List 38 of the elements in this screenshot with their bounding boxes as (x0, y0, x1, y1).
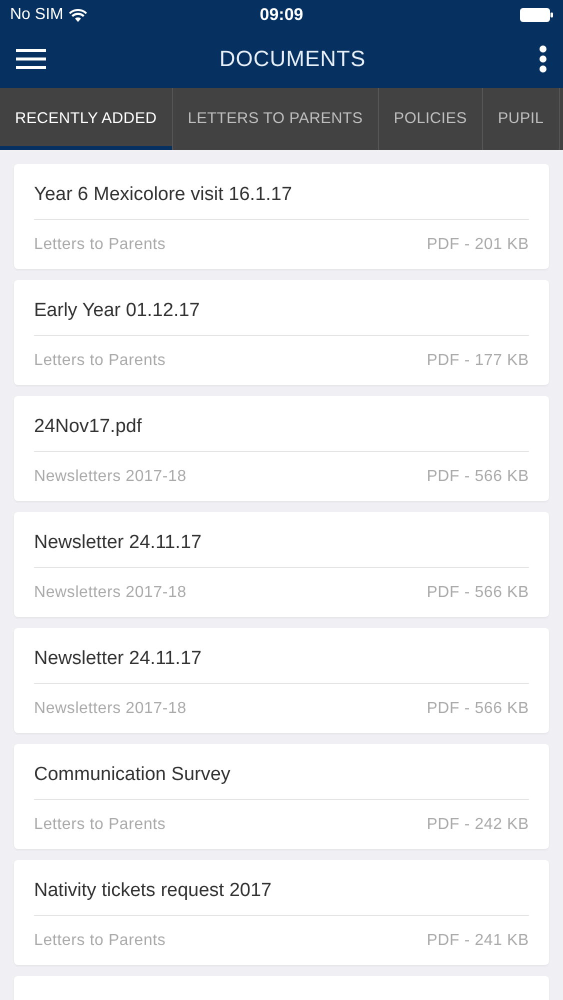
document-card[interactable]: Newsletter 24.11.17 Newsletters 2017-18 PDF - 566 KB (14, 628, 549, 733)
document-category: Letters to Parents (34, 236, 166, 254)
document-category: Letters to Parents (34, 352, 166, 370)
document-category: Letters to Parents (34, 932, 166, 950)
document-card[interactable]: Communication Survey Letters to Parents PDF - 242 KB (14, 744, 549, 849)
document-title: Early Year 01.12.17 (34, 280, 529, 336)
document-title: Newsletter 24.11.17 (34, 512, 529, 568)
file-info: PDF - 566 KB (426, 468, 529, 486)
file-info: PDF - 201 KB (426, 236, 529, 254)
document-card[interactable]: 24Nov17.pdf Newsletters 2017-18 PDF - 566 KB (14, 396, 549, 501)
file-info: PDF - 242 KB (426, 816, 529, 834)
document-card[interactable]: Early Year 01.12.17 Letters to Parents PDF - 177 KB (14, 280, 549, 385)
carrier-name: No SIM (10, 6, 64, 24)
category-tab[interactable]: POLICIES (378, 88, 483, 150)
document-category: Newsletters 2017-18 (34, 584, 186, 602)
document-title: Communication Survey (34, 744, 529, 800)
document-card[interactable]: Newsletter 24.11.17 Newsletters 2017-18 PDF - 566 KB (14, 512, 549, 617)
category-tab[interactable]: PUPIL (482, 88, 560, 150)
page-title: DOCUMENTS (219, 46, 366, 72)
category-tab[interactable]: LETTERS TO PARENTS (172, 88, 379, 150)
document-card[interactable]: Year 6 Mexicolore visit 16.1.17 Letters to Parents PDF - 201 KB (14, 164, 549, 269)
clock-time: 09:09 (260, 5, 304, 25)
category-tab[interactable]: RECENTLY ADDED (0, 88, 173, 150)
document-category: Letters to Parents (34, 816, 166, 834)
document-category: Newsletters 2017-18 (34, 468, 186, 486)
document-card[interactable]: Nativity tickets request 2017 Letters to Parents PDF - 241 KB (14, 860, 549, 965)
file-info: PDF - 177 KB (426, 352, 529, 370)
document-category: Newsletters 2017-18 (34, 700, 186, 718)
document-title: 24Nov17.pdf (34, 396, 529, 452)
wifi-icon (69, 8, 88, 22)
document-title: Newsletter 24.11.17 (34, 628, 529, 684)
battery-icon (520, 8, 553, 22)
file-info: PDF - 241 KB (426, 932, 529, 950)
file-info: PDF - 566 KB (426, 700, 529, 718)
file-info: PDF - 566 KB (426, 584, 529, 602)
document-title: Nativity tickets request 2017 (34, 860, 529, 916)
document-title: Year 6 Mexicolore visit 16.1.17 (34, 164, 529, 220)
more-icon[interactable] (539, 45, 547, 73)
